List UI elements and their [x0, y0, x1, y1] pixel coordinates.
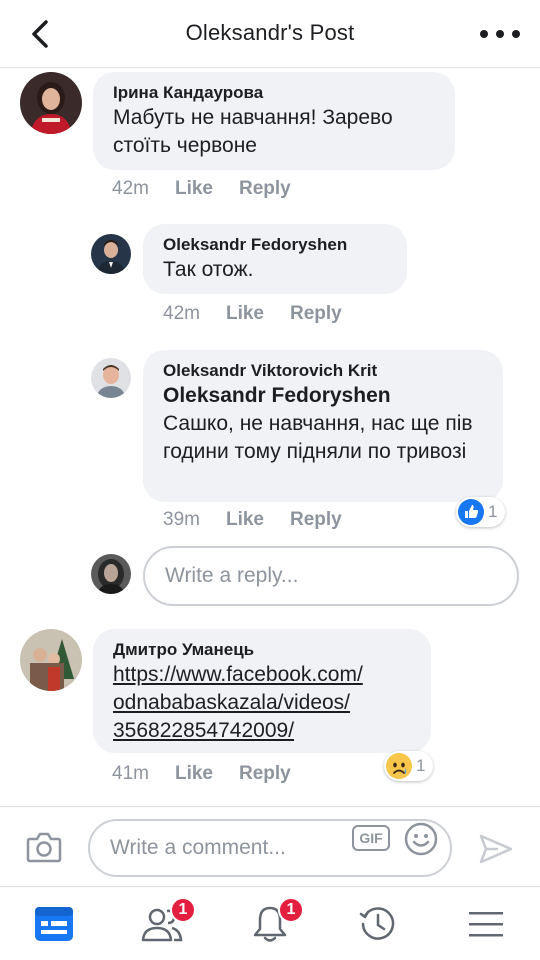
notifications-badge: 1	[278, 897, 304, 923]
comment-bubble: Ірина Кандаурова Мабуть не навчання! Зар…	[93, 72, 455, 170]
page-title: Oleksandr's Post	[185, 20, 355, 45]
reply-placeholder: Write a reply...	[165, 564, 299, 587]
bottom-navigation: 1 1	[0, 886, 540, 960]
comment-author[interactable]: Oleksandr Viktorovich Krit	[163, 360, 483, 382]
reaction-summary[interactable]: 1	[456, 497, 506, 527]
like-button[interactable]: Like	[175, 763, 213, 785]
nav-notifications[interactable]: 1	[248, 897, 304, 945]
reaction-summary[interactable]: 1	[384, 751, 434, 781]
news-feed-icon	[35, 907, 73, 941]
send-icon	[479, 834, 513, 864]
avatar-dmytro[interactable]	[20, 629, 82, 691]
reply-input[interactable]: Write a reply...	[143, 546, 519, 606]
more-dot-icon	[512, 30, 520, 38]
like-button[interactable]: Like	[226, 509, 264, 531]
friends-badge: 1	[170, 897, 196, 923]
comment-meta: 42m Like Reply	[112, 178, 291, 200]
comment-text: Сашко, не навчання, нас ще пів години то…	[163, 412, 473, 463]
comment-author[interactable]: Дмитро Уманець	[113, 639, 411, 661]
reply-button[interactable]: Reply	[290, 509, 342, 531]
camera-button[interactable]	[26, 831, 62, 863]
post-header: Oleksandr's Post	[0, 0, 540, 68]
more-dot-icon	[496, 30, 504, 38]
comment-link[interactable]: 356822854742009/	[113, 717, 411, 745]
nav-news-feed[interactable]	[32, 903, 76, 945]
comment-link[interactable]: odnababaskazala/videos/	[113, 689, 411, 717]
comment-placeholder: Write a comment...	[110, 836, 286, 859]
more-options-button[interactable]	[480, 22, 520, 46]
comment-meta: 41m Like Reply	[112, 763, 291, 785]
gif-button[interactable]: GIF	[352, 825, 390, 851]
comment-composer: Write a comment... GIF	[0, 806, 540, 886]
comment-author[interactable]: Ірина Кандаурова	[113, 82, 435, 104]
reply-button[interactable]: Reply	[239, 178, 291, 200]
comment-bubble: Oleksandr Viktorovich Krit Oleksandr Fed…	[143, 350, 503, 502]
comment-input[interactable]: Write a comment...	[88, 819, 452, 877]
history-clock-icon	[359, 907, 395, 940]
nav-menu[interactable]	[464, 903, 508, 945]
comment-text: Так отож.	[163, 258, 254, 281]
comment-link[interactable]: https://www.facebook.com/	[113, 661, 411, 689]
reaction-count: 1	[488, 502, 498, 521]
sad-icon	[386, 753, 412, 779]
smiley-icon	[404, 822, 438, 856]
comment-bubble: Oleksandr Fedoryshen Так отож.	[143, 224, 407, 294]
reply-button[interactable]: Reply	[290, 303, 342, 325]
like-icon	[458, 499, 484, 525]
reply-button[interactable]: Reply	[239, 763, 291, 785]
nav-memories[interactable]	[356, 903, 400, 945]
comment-time[interactable]: 39m	[163, 509, 200, 531]
avatar-iryna[interactable]	[20, 72, 82, 134]
comment-text: Мабуть не навчання! Зарево стоїть червон…	[113, 106, 393, 157]
my-avatar	[91, 554, 131, 594]
more-dot-icon	[480, 30, 488, 38]
comment-meta: 42m Like Reply	[163, 303, 342, 325]
avatar-oleksandr-fedoryshen[interactable]	[91, 234, 131, 274]
like-button[interactable]: Like	[226, 303, 264, 325]
comment-time[interactable]: 41m	[112, 763, 149, 785]
hamburger-menu-icon	[469, 912, 503, 937]
comment-time[interactable]: 42m	[112, 178, 149, 200]
comment-author[interactable]: Oleksandr Fedoryshen	[163, 234, 387, 256]
comment-bubble: Дмитро Уманець https://www.facebook.com/…	[93, 629, 431, 753]
avatar-oleksandr-krit[interactable]	[91, 358, 131, 398]
send-button[interactable]	[478, 833, 514, 865]
camera-icon	[26, 832, 62, 863]
mention-link[interactable]: Oleksandr Fedoryshen	[163, 382, 483, 410]
comment-time[interactable]: 42m	[163, 303, 200, 325]
like-button[interactable]: Like	[175, 178, 213, 200]
comment-meta: 39m Like Reply	[163, 509, 342, 531]
reaction-count: 1	[416, 756, 426, 775]
emoji-button[interactable]	[404, 822, 438, 856]
nav-friends[interactable]: 1	[140, 897, 196, 945]
